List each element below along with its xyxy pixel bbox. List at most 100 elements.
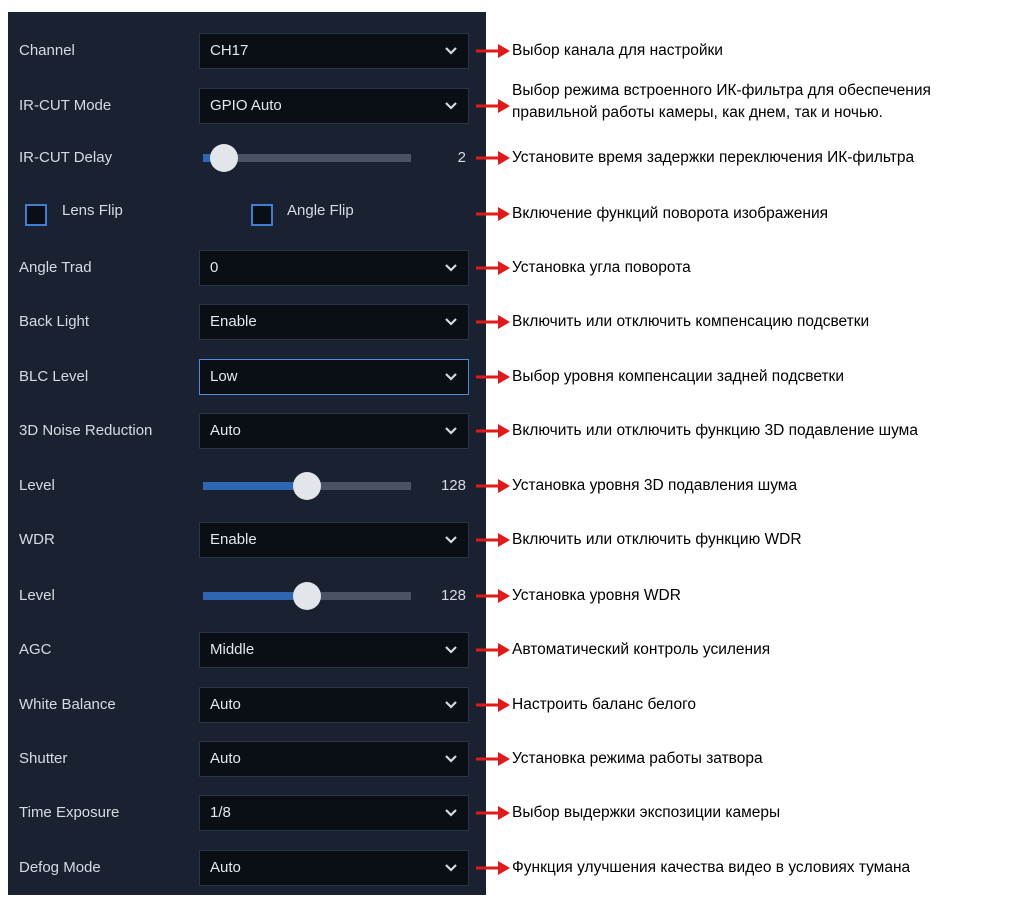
- wdr-level-value: 128: [440, 587, 466, 604]
- wdr-select[interactable]: Enable: [199, 522, 469, 558]
- angle-trad-select[interactable]: 0: [199, 250, 469, 286]
- slider-thumb[interactable]: [293, 582, 321, 610]
- slider-fill: [203, 482, 307, 490]
- noise-reduction-label: 3D Noise Reduction: [19, 422, 153, 439]
- ircut-mode-row: IR-CUT Mode GPIO Auto: [8, 86, 486, 126]
- red-arrow-icon: [476, 698, 510, 712]
- chevron-down-icon: [445, 755, 457, 763]
- annotation-nr-level: Установка уровня 3D подавления шума: [476, 466, 1036, 506]
- back-light-row: Back Light Enable: [8, 302, 486, 342]
- chevron-down-icon: [445, 427, 457, 435]
- ircut-mode-label: IR-CUT Mode: [19, 97, 112, 114]
- chevron-down-icon: [445, 264, 457, 272]
- annotation-text: Функция улучшения качества видео в услов…: [512, 859, 911, 876]
- defog-mode-label: Defog Mode: [19, 859, 101, 876]
- annotation-text: Установка угла поворота: [512, 259, 691, 276]
- channel-select[interactable]: CH17: [199, 33, 469, 69]
- chevron-down-icon: [445, 47, 457, 55]
- angle-flip-label: Angle Flip: [287, 202, 354, 219]
- annotation-angle-trad: Установка угла поворота: [476, 248, 1036, 288]
- lens-flip-checkbox[interactable]: [25, 204, 47, 226]
- white-balance-value: Auto: [210, 696, 241, 713]
- annotation-time-exposure: Выбор выдержки экспозиции камеры: [476, 793, 1036, 833]
- defog-mode-select[interactable]: Auto: [199, 850, 469, 886]
- ircut-delay-slider[interactable]: [203, 144, 411, 172]
- chevron-down-icon: [445, 864, 457, 872]
- ircut-mode-select[interactable]: GPIO Auto: [199, 88, 469, 124]
- defog-mode-row: Defog Mode Auto: [8, 848, 486, 888]
- channel-row: Channel CH17: [8, 31, 486, 71]
- blc-level-value: Low: [210, 368, 238, 385]
- chevron-down-icon: [445, 701, 457, 709]
- red-arrow-icon: [476, 99, 510, 113]
- defog-mode-value: Auto: [210, 859, 241, 876]
- annotation-text: Установка режима работы затвора: [512, 750, 763, 767]
- image-settings-panel: Channel CH17 IR-CUT Mode GPIO Auto IR-CU…: [8, 12, 486, 895]
- red-arrow-icon: [476, 861, 510, 875]
- agc-row: AGC Middle: [8, 630, 486, 670]
- wdr-row: WDR Enable: [8, 520, 486, 560]
- red-arrow-icon: [476, 479, 510, 493]
- noise-reduction-value: Auto: [210, 422, 241, 439]
- chevron-down-icon: [445, 646, 457, 654]
- back-light-label: Back Light: [19, 313, 90, 330]
- red-arrow-icon: [476, 589, 510, 603]
- wdr-level-slider[interactable]: [203, 582, 411, 610]
- noise-reduction-select[interactable]: Auto: [199, 413, 469, 449]
- angle-flip-checkbox[interactable]: [251, 204, 273, 226]
- ircut-delay-label: IR-CUT Delay: [19, 149, 113, 166]
- white-balance-label: White Balance: [19, 696, 116, 713]
- red-arrow-icon: [476, 370, 510, 384]
- white-balance-row: White Balance Auto: [8, 685, 486, 725]
- annotation-text-line2: правильной работы камеры, как днем, так …: [512, 104, 883, 121]
- annotation-text: Выбор уровня компенсации задней подсветк…: [512, 368, 844, 385]
- agc-label: AGC: [19, 641, 52, 658]
- slider-fill: [203, 592, 307, 600]
- blc-level-label: BLC Level: [19, 368, 89, 385]
- red-arrow-icon: [476, 806, 510, 820]
- chevron-down-icon: [445, 536, 457, 544]
- annotation-text: Установка уровня 3D подавления шума: [512, 477, 798, 494]
- slider-thumb[interactable]: [209, 144, 238, 172]
- angle-trad-label: Angle Trad: [19, 259, 92, 276]
- angle-trad-row: Angle Trad 0: [8, 248, 486, 288]
- chevron-down-icon: [445, 318, 457, 326]
- red-arrow-icon: [476, 151, 510, 165]
- annotation-ircut-delay: Установите время задержки переключения И…: [476, 138, 1036, 178]
- red-arrow-icon: [476, 315, 510, 329]
- shutter-select[interactable]: Auto: [199, 741, 469, 777]
- back-light-value: Enable: [210, 313, 257, 330]
- annotation-blc-level: Выбор уровня компенсации задней подсветк…: [476, 357, 1036, 397]
- annotation-text: Выбор канала для настройки: [512, 42, 723, 59]
- time-exposure-row: Time Exposure 1/8: [8, 793, 486, 833]
- annotation-noise-reduction: Включить или отключить функцию 3D подавл…: [476, 411, 1036, 451]
- ircut-delay-value: 2: [457, 149, 466, 166]
- back-light-select[interactable]: Enable: [199, 304, 469, 340]
- angle-trad-value: 0: [210, 259, 219, 276]
- red-arrow-icon: [476, 44, 510, 58]
- white-balance-select[interactable]: Auto: [199, 687, 469, 723]
- annotation-text: Включить или отключить функцию WDR: [512, 531, 802, 548]
- agc-select[interactable]: Middle: [199, 632, 469, 668]
- red-arrow-icon: [476, 752, 510, 766]
- blc-level-select[interactable]: Low: [199, 359, 469, 395]
- annotation-ircut-mode: Выбор режима встроенного ИК-фильтра для …: [476, 82, 1036, 126]
- annotation-text: Включение функций поворота изображения: [512, 205, 829, 222]
- annotation-white-balance: Настроить баланс белого: [476, 685, 1036, 725]
- annotation-text: Выбор выдержки экспозиции камеры: [512, 804, 781, 821]
- red-arrow-icon: [476, 533, 510, 547]
- red-arrow-icon: [476, 643, 510, 657]
- nr-level-value: 128: [440, 477, 466, 494]
- slider-thumb[interactable]: [293, 472, 321, 500]
- annotation-agc: Автоматический контроль усиления: [476, 630, 1036, 670]
- annotation-back-light: Включить или отключить компенсацию подсв…: [476, 302, 1036, 342]
- annotation-channel: Выбор канала для настройки: [476, 31, 1036, 71]
- red-arrow-icon: [476, 424, 510, 438]
- shutter-row: Shutter Auto: [8, 739, 486, 779]
- channel-label: Channel: [19, 42, 75, 59]
- red-arrow-icon: [476, 261, 510, 275]
- nr-level-slider[interactable]: [203, 472, 411, 500]
- time-exposure-label: Time Exposure: [19, 804, 120, 821]
- wdr-level-label: Level: [19, 587, 55, 604]
- time-exposure-select[interactable]: 1/8: [199, 795, 469, 831]
